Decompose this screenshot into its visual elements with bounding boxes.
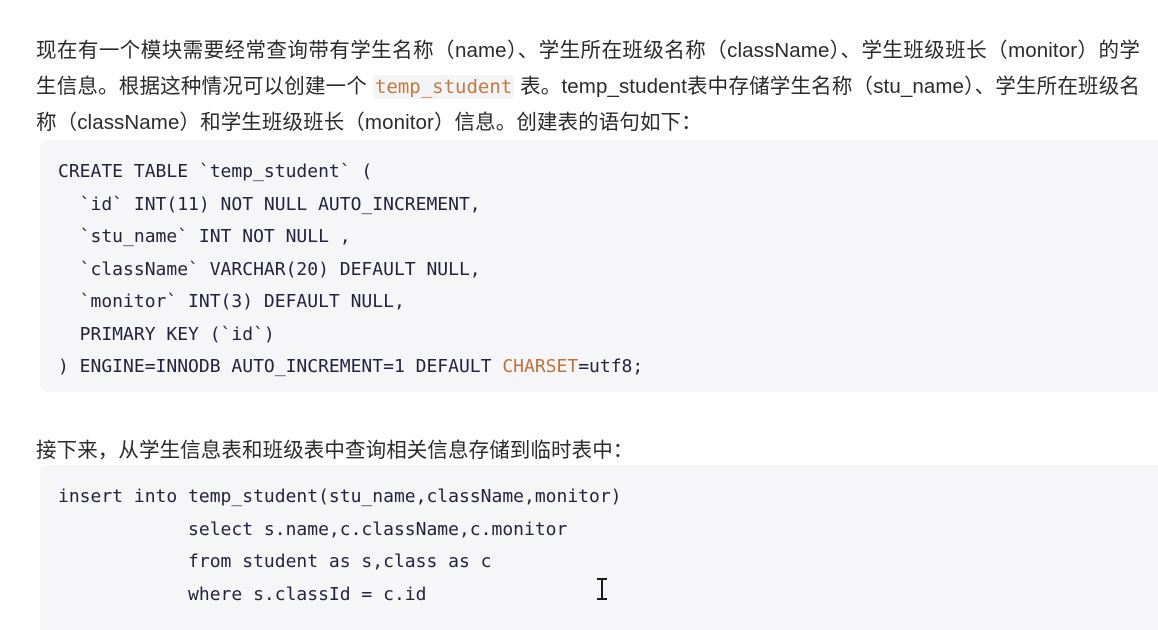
intro-paragraph: 现在有一个模块需要经常查询带有学生名称（name）、学生所在班级名称（class…: [36, 33, 1140, 141]
code-line: from student as s,class as c: [58, 551, 492, 572]
code-line: CREATE TABLE `temp_student` (: [58, 161, 373, 182]
page-root: 现在有一个模块需要经常查询带有学生名称（name）、学生所在班级名称（class…: [0, 0, 1158, 630]
code-line: `stu_name` INT NOT NULL ,: [58, 226, 351, 247]
code-engine-suffix: =utf8;: [578, 356, 644, 377]
code-line: `className` VARCHAR(20) DEFAULT NULL,: [58, 258, 481, 280]
code-token-charset: CHARSET: [502, 356, 579, 377]
code-line: PRIMARY KEY (`id`): [58, 323, 275, 345]
code-line: insert into temp_student(stu_name,classN…: [58, 486, 622, 507]
code-line: `monitor` INT(3) DEFAULT NULL,: [58, 291, 405, 312]
code-line: `id` INT(11) NOT NULL AUTO_INCREMENT,: [58, 193, 481, 215]
code-block-insert-select[interactable]: insert into temp_student(stu_name,classN…: [40, 465, 1158, 630]
code-line: select s.name,c.className,c.monitor: [58, 518, 568, 540]
code-line: where s.classId = c.id: [58, 583, 427, 605]
inline-code-temp-student: temp_student: [372, 74, 515, 99]
code-engine-prefix: ) ENGINE=INNODB AUTO_INCREMENT=1 DEFAULT: [58, 356, 503, 377]
bridge-paragraph: 接下来，从学生信息表和班级表中查询相关信息存储到临时表中：: [36, 438, 634, 462]
code-block-create-table[interactable]: CREATE TABLE `temp_student` ( `id` INT(1…: [40, 140, 1158, 392]
code-line-engine: ) ENGINE=INNODB AUTO_INCREMENT=1 DEFAULT…: [58, 351, 1158, 384]
